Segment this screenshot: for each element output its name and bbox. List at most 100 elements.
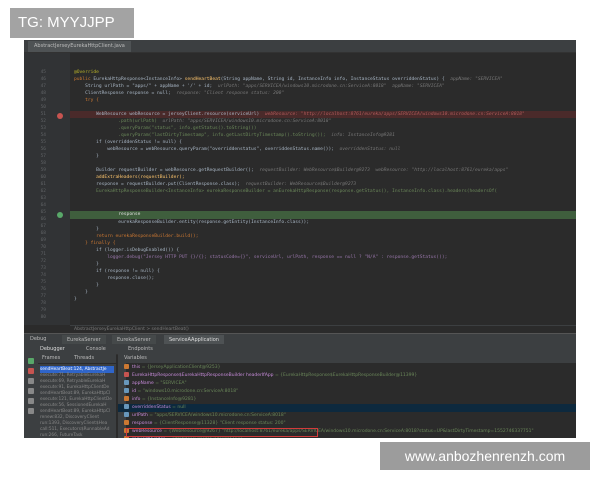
- line-number: 75: [40, 280, 46, 285]
- variable-icon: [124, 388, 129, 393]
- line-number: 78: [40, 301, 46, 306]
- inline-hint: webResource: "http://localhost:8761/eure…: [259, 112, 525, 117]
- frames-tab[interactable]: Frames: [42, 354, 60, 363]
- variable-value: = "SERVICEA": [155, 381, 187, 386]
- line-number: 52: [40, 119, 46, 124]
- variable-icon: [124, 380, 129, 385]
- variable-icon: [124, 396, 129, 401]
- line-number: 56: [40, 147, 46, 152]
- code-token: if (response != null) {: [74, 269, 160, 274]
- code-token: response = requestBuilder.put(ClientResp…: [74, 182, 240, 187]
- line-number: 79: [40, 308, 46, 313]
- variable-value: = {WebResource$Builder@9273}: [166, 437, 242, 438]
- line-number: 74: [40, 273, 46, 278]
- code-token: String urlPath = "apps/" + appName + '/'…: [74, 84, 213, 89]
- code-line: addExtraHeaders(requestBuilder);: [74, 174, 185, 181]
- debug-action-toolbar: [24, 354, 38, 438]
- line-number: 54: [40, 133, 46, 138]
- code-token: ClientResponse response = null;: [74, 91, 171, 96]
- variable-icon: [124, 364, 129, 369]
- line-number: 45: [40, 70, 46, 75]
- stack-frame[interactable]: run:266, FutureTask: [40, 432, 114, 438]
- code-token: sendHeartBeat: [184, 77, 221, 82]
- code-editor[interactable]: @Override public EurekaHttpResponse<Inst…: [70, 53, 576, 325]
- code-token: Builder requestBuilder = webResource.get…: [74, 168, 254, 173]
- line-number: 64: [40, 203, 46, 208]
- tab-debugger[interactable]: Debugger: [40, 344, 65, 354]
- code-line: String urlPath = "apps/" + appName + '/'…: [74, 83, 445, 90]
- code-line: WebResource webResource = jerseyClient.r…: [74, 111, 525, 118]
- editor-gutter[interactable]: 45 46 47 48 49 50 51 52 53 54 55 56 57 58 59 60 61 62 63 64…: [24, 53, 70, 325]
- line-number: 55: [40, 140, 46, 145]
- line-number: 73: [40, 266, 46, 271]
- stop-icon[interactable]: [28, 368, 34, 374]
- code-token: eurekaResponseBuilder.entity(response.ge…: [74, 220, 310, 225]
- code-token: response.close();: [74, 276, 155, 281]
- pause-icon[interactable]: [28, 378, 34, 384]
- tab-endpoints[interactable]: Endpoints: [128, 344, 153, 354]
- code-token: EurekaHttpResponseBuilder<InstanceInfo> …: [74, 189, 498, 194]
- execution-point-icon: [57, 212, 63, 218]
- line-number: 69: [40, 238, 46, 243]
- code-line: response.close();: [74, 275, 154, 282]
- code-line: }: [74, 153, 99, 160]
- line-number: 51: [40, 112, 46, 117]
- line-number: 53: [40, 126, 46, 131]
- variable-row[interactable]: urlPath = "apps/SERVICEA/windows10.micro…: [118, 412, 576, 420]
- code-line: .queryParam("lastDirtyTimestamp", info.g…: [74, 132, 395, 139]
- code-token: logger.debug("Jersey HTTP PUT {}/{}; sta…: [74, 255, 448, 260]
- line-number: 58: [40, 161, 46, 166]
- editor-file-tab[interactable]: AbstractJerseyEurekaHttpClient.java: [28, 41, 131, 52]
- line-number: 48: [40, 91, 46, 96]
- variable-value: = {JerseyApplicationClient@9253}: [141, 365, 221, 370]
- code-line: .path(urlPath) urlPath: "apps/SERVICEA/w…: [74, 118, 331, 125]
- variable-row[interactable]: id = "windows10.microdone.cn:ServiceA:80…: [118, 388, 576, 396]
- line-number: 76: [40, 287, 46, 292]
- variable-row[interactable]: this = {JerseyApplicationClient@9253}: [118, 364, 576, 372]
- code-token: }: [74, 290, 88, 295]
- editor-tab-bar: AbstractJerseyEurekaHttpClient.java: [24, 40, 576, 53]
- code-line: public EurekaHttpResponse<InstanceInfo> …: [74, 76, 503, 83]
- code-line: }: [74, 296, 77, 303]
- editor-breadcrumb[interactable]: AbstractJerseyEurekaHttpClient > sendHea…: [70, 325, 576, 333]
- code-line: response = requestBuilder.put(ClientResp…: [74, 181, 356, 188]
- code-token: }: [74, 154, 99, 159]
- variable-row[interactable]: EurekaHttpResponse$EurekaHttpResponseBui…: [118, 372, 576, 380]
- code-token: response: [74, 212, 141, 217]
- variable-value: = "apps/SERVICEA/windows10.microdone.cn:…: [149, 413, 286, 418]
- variable-row[interactable]: appName = "SERVICEA": [118, 380, 576, 388]
- code-token: addExtraHeaders(requestBuilder);: [74, 175, 185, 180]
- variable-row[interactable]: overriddenStatus = null: [118, 404, 576, 412]
- mute-breakpoints-icon[interactable]: [28, 398, 34, 404]
- line-number: 59: [40, 168, 46, 173]
- settings-icon[interactable]: [28, 408, 34, 414]
- code-token: if (logger.isDebugEnabled()) {: [74, 248, 180, 253]
- code-line: webResource = webResource.queryParam("ov…: [74, 146, 400, 153]
- threads-tab[interactable]: Threads: [74, 354, 94, 363]
- variable-name: overriddenStatus: [132, 405, 173, 410]
- variable-name: requestBuilder: [132, 437, 166, 438]
- line-number: 63: [40, 196, 46, 201]
- view-breakpoints-icon[interactable]: [28, 388, 34, 394]
- line-number: 49: [40, 98, 46, 103]
- variable-row[interactable]: response = {ClientResponse@11328} "Clien…: [118, 420, 576, 428]
- code-line: if (response != null) {: [74, 268, 160, 275]
- code-token: public: [74, 77, 94, 82]
- code-token: EurekaHttpResponse<InstanceInfo>: [93, 77, 185, 82]
- code-line: EurekaHttpResponseBuilder<InstanceInfo> …: [74, 188, 497, 195]
- resume-icon[interactable]: [28, 358, 34, 364]
- code-token: (String appName, String id, InstanceInfo…: [220, 77, 445, 82]
- inline-hint: urlPath: "apps/SERVICEA/windows10.microd…: [212, 84, 445, 89]
- code-line: eurekaResponseBuilder.entity(response.ge…: [74, 219, 309, 226]
- variable-row[interactable]: info = {InstanceInfo@9281}: [118, 396, 576, 404]
- variable-name: this: [132, 365, 142, 370]
- code-token: if (overriddenStatus != null) {: [74, 140, 182, 145]
- tab-console[interactable]: Console: [86, 344, 106, 354]
- code-token: }: [74, 227, 99, 232]
- frames-header: Frames Threads: [38, 354, 116, 364]
- variable-value: = {ClientResponse@11328} "Client respons…: [153, 421, 286, 426]
- variable-icon: [124, 412, 129, 417]
- line-number: 71: [40, 252, 46, 257]
- breakpoint-icon[interactable]: [57, 113, 63, 119]
- code-token: } finally {: [74, 241, 116, 246]
